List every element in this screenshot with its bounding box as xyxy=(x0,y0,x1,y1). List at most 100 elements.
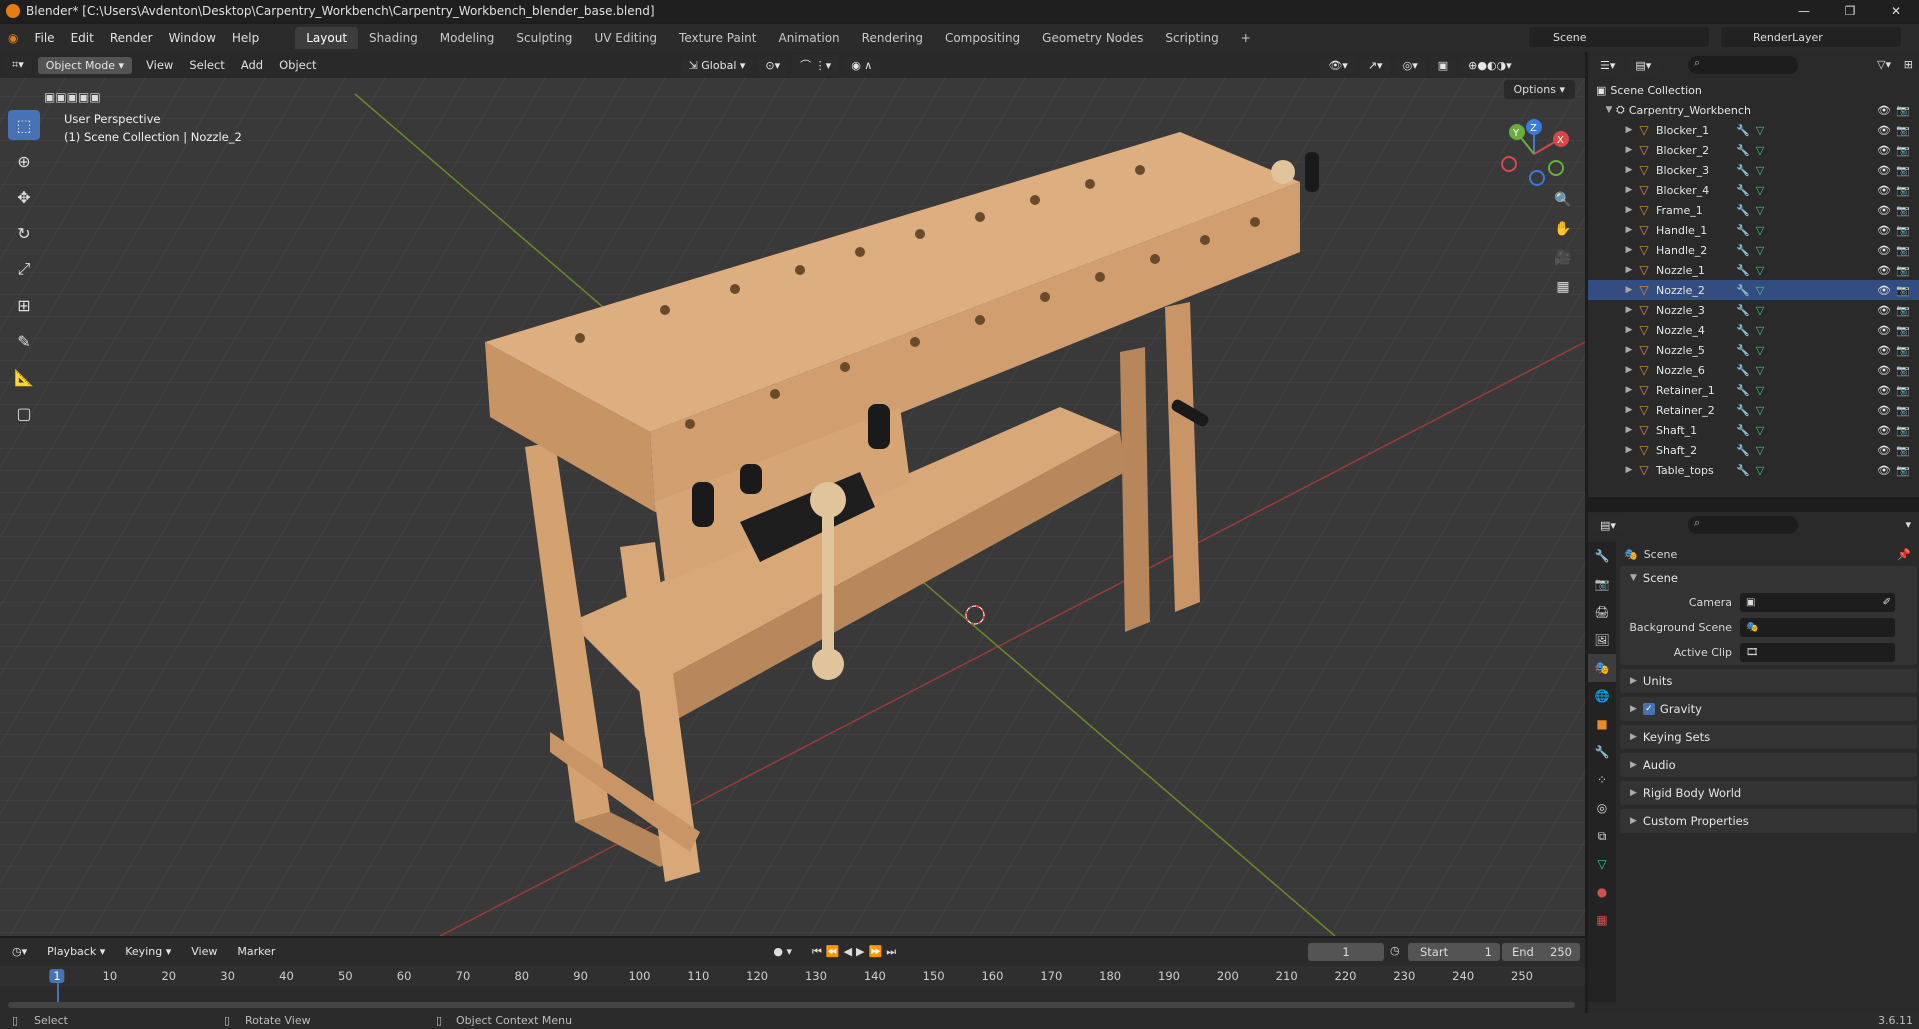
render-camera-icon[interactable]: 📷 xyxy=(1896,404,1910,417)
options-dropdown[interactable]: Options ▾ xyxy=(1503,80,1575,99)
annotate-tool-icon[interactable]: ✎ xyxy=(8,326,40,356)
editor-type-icon[interactable]: ⌗▾ xyxy=(4,56,32,74)
outliner-item[interactable]: ▶ ▽ Blocker_1 🔧 ▽ 👁 📷 xyxy=(1588,120,1919,140)
scene-panel-header[interactable]: ▼ Scene xyxy=(1620,566,1917,590)
outliner-item[interactable]: ▶ ▽ Frame_1 🔧 ▽ 👁 📷 xyxy=(1588,200,1919,220)
menu-file[interactable]: File xyxy=(26,31,62,45)
outliner-collection-row[interactable]: ▼ ⛭ Carpentry_Workbench 👁 📷 xyxy=(1588,100,1919,120)
outliner-item[interactable]: ▶ ▽ Nozzle_5 🔧 ▽ 👁 📷 xyxy=(1588,340,1919,360)
outliner-item[interactable]: ▶ ▽ Blocker_4 🔧 ▽ 👁 📷 xyxy=(1588,180,1919,200)
display-mode-icon[interactable]: ▤▾ xyxy=(1627,56,1660,74)
render-camera-icon[interactable]: 📷 xyxy=(1896,164,1910,177)
pivot-point-icon[interactable]: ⊙▾ xyxy=(757,56,789,74)
expand-arrow-icon[interactable]: ▶ xyxy=(1622,445,1636,455)
expand-arrow-icon[interactable]: ▶ xyxy=(1622,285,1636,295)
background-scene-field[interactable]: 🎭 xyxy=(1740,618,1895,637)
outliner-item[interactable]: ▶ ▽ Nozzle_1 🔧 ▽ 👁 📷 xyxy=(1588,260,1919,280)
visibility-eye-icon[interactable]: 👁 xyxy=(1877,244,1891,257)
outliner-item[interactable]: ▶ ▽ Shaft_2 🔧 ▽ 👁 📷 xyxy=(1588,440,1919,460)
proportional-edit-icon[interactable]: ◉ ∧ xyxy=(843,56,881,74)
render-camera-icon[interactable]: 📷 xyxy=(1896,424,1910,437)
menu-select[interactable]: Select xyxy=(181,58,232,72)
modifier-tab-icon[interactable]: 🔧 xyxy=(1588,738,1616,766)
expand-arrow-icon[interactable]: ▼ xyxy=(1602,105,1616,115)
menu-add[interactable]: Add xyxy=(233,58,271,72)
visibility-eye-icon[interactable]: 👁 xyxy=(1877,164,1891,177)
zoom-icon[interactable]: 🔍 xyxy=(1551,192,1575,221)
expand-arrow-icon[interactable]: ▶ xyxy=(1622,465,1636,475)
tab-rendering[interactable]: Rendering xyxy=(851,27,934,49)
blender-menu-icon[interactable]: ◉ xyxy=(0,31,26,45)
render-camera-icon[interactable]: 📷 xyxy=(1896,144,1910,157)
expand-arrow-icon[interactable]: ▶ xyxy=(1622,245,1636,255)
render-camera-icon[interactable]: 📷 xyxy=(1896,104,1910,117)
expand-arrow-icon[interactable]: ▶ xyxy=(1622,165,1636,175)
timeline-ruler[interactable]: 1 10 20 30 40 50 60 70 80 90 100 110 120 130 140 150 160… xyxy=(0,966,1585,986)
timeline-editor-icon[interactable]: ◷▾ xyxy=(4,943,36,960)
panel-header[interactable]: ▶ Rigid Body World xyxy=(1620,781,1917,805)
expand-arrow-icon[interactable]: ▶ xyxy=(1622,385,1636,395)
menu-render[interactable]: Render xyxy=(102,31,161,45)
timeline-view-menu[interactable]: View xyxy=(183,943,226,960)
visibility-eye-icon[interactable]: 👁 xyxy=(1877,424,1891,437)
rotate-tool-icon[interactable]: ↻ xyxy=(8,218,40,248)
outliner-root-row[interactable]: ▣ Scene Collection xyxy=(1588,80,1919,100)
render-camera-icon[interactable]: 📷 xyxy=(1896,124,1910,137)
filter-icon[interactable]: ▽▾ xyxy=(1877,58,1891,71)
expand-arrow-icon[interactable]: ▶ xyxy=(1622,305,1636,315)
texture-tab-icon[interactable]: ▦ xyxy=(1588,906,1616,934)
render-camera-icon[interactable]: 📷 xyxy=(1896,324,1910,337)
expand-arrow-icon[interactable]: ▶ xyxy=(1622,365,1636,375)
maximize-button[interactable]: ❐ xyxy=(1827,0,1873,22)
active-clip-field[interactable]: 🎞 xyxy=(1740,643,1895,662)
select-box-mode-icons[interactable]: ▣▣▣▣▣ xyxy=(44,88,134,106)
outliner-search-input[interactable]: ⌕ xyxy=(1688,56,1798,74)
visibility-eye-icon[interactable]: 👁 xyxy=(1877,364,1891,377)
render-layer-selector[interactable]: RenderLayer xyxy=(1721,27,1901,47)
eyedropper-icon[interactable]: ✐ xyxy=(1883,597,1891,608)
expand-arrow-icon[interactable]: ▶ xyxy=(1622,145,1636,155)
tool-tab-icon[interactable]: 🔧 xyxy=(1588,542,1616,570)
overlay-toggle-icon[interactable]: ◎▾ xyxy=(1394,56,1426,74)
cursor-tool-icon[interactable]: ⊕ xyxy=(8,146,40,176)
outliner-item[interactable]: ▶ ▽ Handle_2 🔧 ▽ 👁 📷 xyxy=(1588,240,1919,260)
constraints-tab-icon[interactable]: ⧉ xyxy=(1588,822,1616,850)
playback-dropdown[interactable]: Playback ▾ xyxy=(39,943,114,960)
render-camera-icon[interactable]: 📷 xyxy=(1896,444,1910,457)
end-frame-field[interactable]: End 250 xyxy=(1502,943,1580,961)
collapsed-panel[interactable]: ▶ Keying Sets xyxy=(1620,725,1917,749)
add-cube-tool-icon[interactable]: ▢ xyxy=(8,398,40,428)
outliner-item[interactable]: ▶ ▽ Shaft_1 🔧 ▽ 👁 📷 xyxy=(1588,420,1919,440)
expand-arrow-icon[interactable]: ▶ xyxy=(1622,185,1636,195)
visibility-eye-icon[interactable]: 👁 xyxy=(1877,324,1891,337)
camera-field[interactable]: ▣ ✐ xyxy=(1740,593,1895,612)
viewport-scene[interactable]: Z X Y xyxy=(0,52,1585,936)
collapsed-panel[interactable]: ▶ Units xyxy=(1620,669,1917,693)
visibility-eye-icon[interactable]: 👁 xyxy=(1877,464,1891,477)
view-layer-tab-icon[interactable]: 🖼 xyxy=(1588,626,1616,654)
snap-icon[interactable]: ⌒ ⋮▾ xyxy=(792,55,840,75)
render-camera-icon[interactable]: 📷 xyxy=(1896,344,1910,357)
expand-arrow-icon[interactable]: ▶ xyxy=(1622,125,1636,135)
menu-window[interactable]: Window xyxy=(161,31,224,45)
outliner[interactable]: ☰▾ ▤▾ ⌕ ▽▾ ⊞ ▣ Scene Collection ▼ ⛭ Carp… xyxy=(1588,52,1919,497)
outliner-item[interactable]: ▶ ▽ Table_tops 🔧 ▽ 👁 📷 xyxy=(1588,460,1919,480)
render-camera-icon[interactable]: 📷 xyxy=(1896,224,1910,237)
visibility-eye-icon[interactable]: 👁 xyxy=(1877,444,1891,457)
panel-header[interactable]: ▶ Units xyxy=(1620,669,1917,693)
tab-compositing[interactable]: Compositing xyxy=(934,27,1031,49)
properties-options-icon[interactable]: ▾ xyxy=(1905,518,1911,531)
visibility-eye-icon[interactable]: 👁 xyxy=(1877,104,1891,117)
render-camera-icon[interactable]: 📷 xyxy=(1896,304,1910,317)
particles-tab-icon[interactable]: ⁘ xyxy=(1588,766,1616,794)
tab-layout[interactable]: Layout xyxy=(295,27,359,49)
render-camera-icon[interactable]: 📷 xyxy=(1896,204,1910,217)
visibility-eye-icon[interactable]: 👁 xyxy=(1877,264,1891,277)
current-frame-field[interactable]: 1 xyxy=(1308,943,1384,961)
close-button[interactable]: ✕ xyxy=(1873,0,1919,22)
physics-tab-icon[interactable]: ◎ xyxy=(1588,794,1616,822)
outliner-item[interactable]: ▶ ▽ Retainer_1 🔧 ▽ 👁 📷 xyxy=(1588,380,1919,400)
visibility-eye-icon[interactable]: 👁 xyxy=(1877,204,1891,217)
world-tab-icon[interactable]: 🌐 xyxy=(1588,682,1616,710)
outliner-item[interactable]: ▶ ▽ Retainer_2 🔧 ▽ 👁 📷 xyxy=(1588,400,1919,420)
